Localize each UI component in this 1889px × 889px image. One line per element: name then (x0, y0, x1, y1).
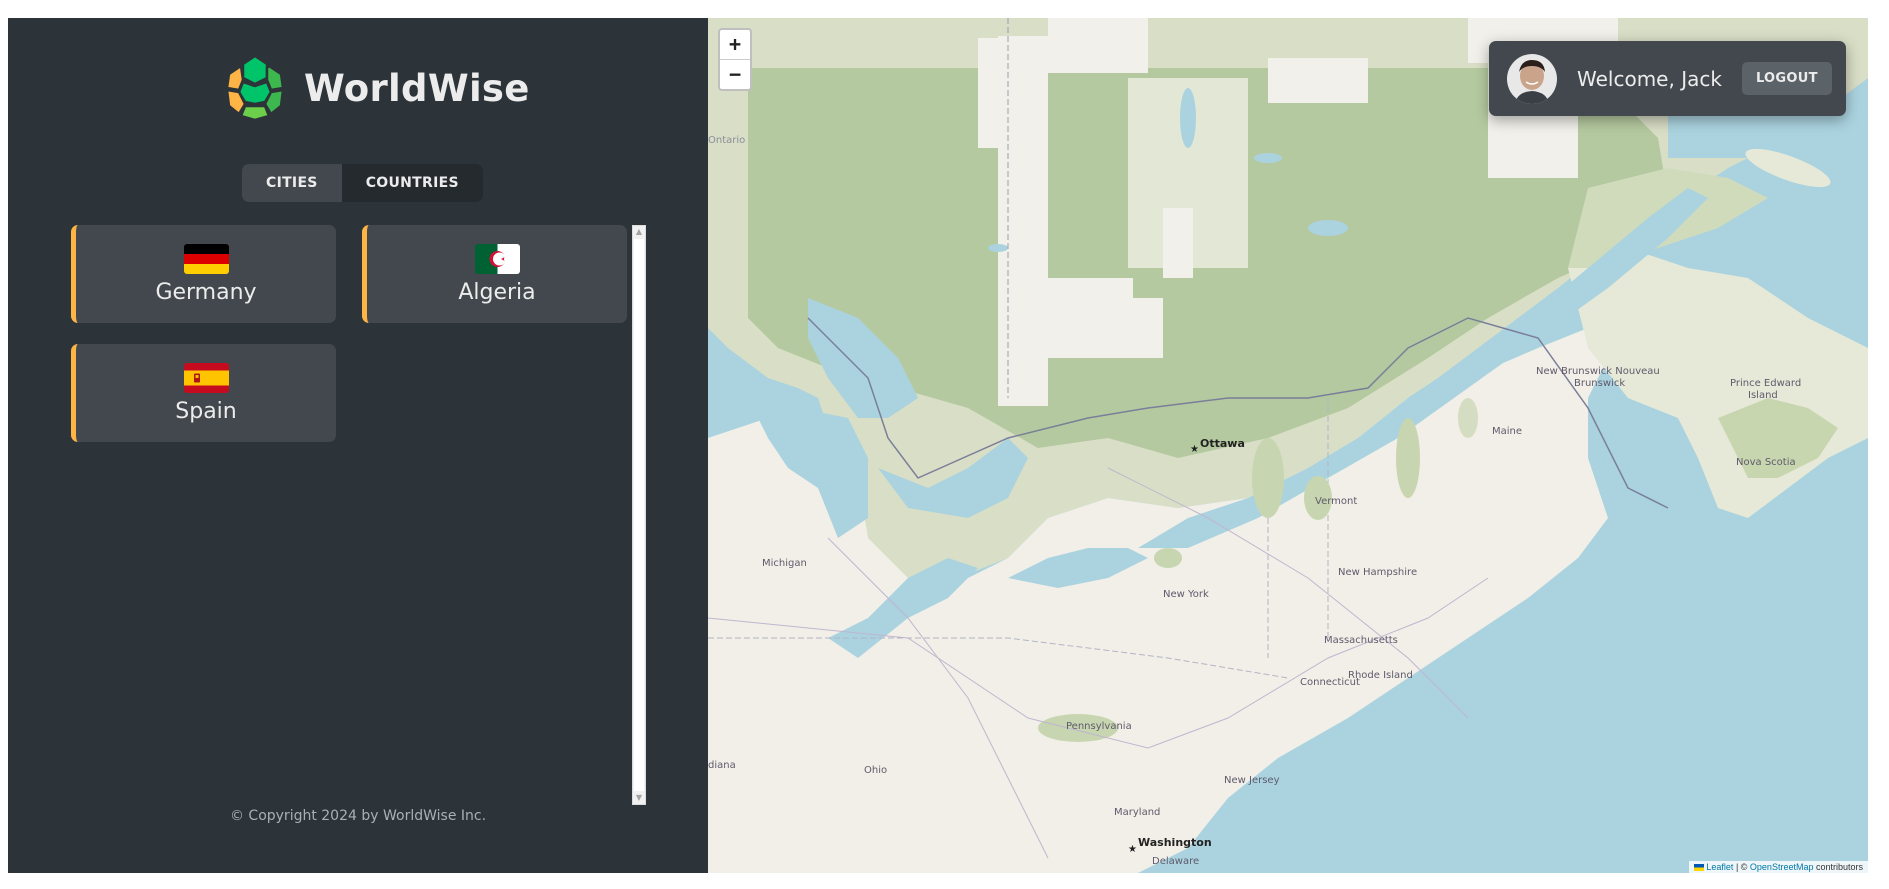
country-card-germany[interactable]: Germany (71, 225, 336, 323)
map-label-delaware: Delaware (1152, 856, 1200, 867)
map-label-nova-scotia: Nova Scotia (1736, 457, 1796, 468)
scroll-up-arrow-icon[interactable]: ▲ (633, 226, 645, 238)
map-container[interactable]: + − Ontario Ottawa ★ Michigan New York V… (708, 18, 1868, 873)
map-label-pei-2: Island (1748, 390, 1778, 401)
welcome-text: Welcome, Jack (1577, 66, 1722, 91)
map-label-ottawa: Ottawa (1200, 437, 1245, 450)
logout-button[interactable]: LOGOUT (1741, 62, 1832, 95)
globe-logo-icon (222, 54, 288, 122)
map-label-new-hampshire: New Hampshire (1338, 567, 1418, 578)
zoom-in-button[interactable]: + (720, 30, 750, 59)
map-tiles[interactable] (708, 18, 1868, 873)
zoom-control: + − (718, 28, 752, 91)
map-label-vermont: Vermont (1315, 496, 1358, 507)
user-panel: Welcome, Jack LOGOUT (1489, 41, 1846, 116)
attribution-suffix: contributors (1813, 862, 1863, 872)
algeria-flag-icon (474, 243, 520, 274)
copyright-footer: © Copyright 2024 by WorldWise Inc. (229, 808, 487, 824)
country-card-spain[interactable]: Spain (71, 344, 336, 442)
map-label-massachusetts: Massachusetts (1324, 635, 1398, 646)
map-label-new-brunswick: New Brunswick Nouveau (1536, 366, 1660, 377)
map-label-pennsylvania: Pennsylvania (1066, 721, 1132, 732)
map-label-ohio: Ohio (864, 765, 888, 776)
user-avatar (1507, 53, 1557, 104)
map-label-michigan: Michigan (762, 558, 807, 569)
capital-star-icon: ★ (1128, 844, 1137, 855)
ukraine-flag-icon (1694, 864, 1705, 872)
capital-star-icon: ★ (1190, 444, 1199, 455)
map-label-washington: Washington (1138, 836, 1212, 849)
country-list: Germany Algeria Spain (71, 225, 646, 805)
country-name: Spain (175, 398, 237, 424)
map-label-maine: Maine (1492, 426, 1523, 437)
spain-flag-icon (183, 362, 229, 393)
tab-countries[interactable]: COUNTRIES (341, 164, 483, 202)
map-label-ontario: Ontario (708, 135, 746, 146)
logo[interactable]: WorldWise (221, 54, 530, 122)
osm-link[interactable]: OpenStreetMap (1750, 862, 1814, 872)
scroll-thumb[interactable] (634, 239, 644, 791)
map-label-indiana: diana (708, 760, 736, 771)
country-name: Algeria (458, 279, 536, 305)
country-name: Germany (155, 279, 257, 305)
map-label-new-jersey: New Jersey (1224, 775, 1280, 786)
tab-cities[interactable]: CITIES (242, 164, 342, 202)
map-label-rhode-island: Rhode Island (1348, 670, 1413, 681)
map-label-pei: Prince Edward (1730, 378, 1802, 389)
sidebar: WorldWise CITIES COUNTRIES Germany Alger… (8, 18, 708, 873)
list-scrollbar[interactable]: ▲ ▼ (632, 225, 646, 805)
country-card-algeria[interactable]: Algeria (362, 225, 627, 323)
attribution-separator: | © (1733, 862, 1750, 872)
leaflet-link[interactable]: Leaflet (1706, 862, 1733, 872)
map-label-new-brunswick-2: Brunswick (1574, 378, 1626, 389)
scroll-down-arrow-icon[interactable]: ▼ (633, 792, 645, 804)
app-name: WorldWise (304, 66, 530, 110)
map-label-new-york: New York (1163, 589, 1209, 600)
map-attribution: Leaflet | © OpenStreetMap contributors (1689, 861, 1868, 873)
tab-nav: CITIES COUNTRIES (242, 164, 483, 202)
app-layout: WorldWise CITIES COUNTRIES Germany Alger… (8, 18, 1868, 873)
map-label-maryland: Maryland (1114, 807, 1161, 818)
zoom-out-button[interactable]: − (720, 59, 750, 89)
germany-flag-icon (183, 243, 229, 274)
